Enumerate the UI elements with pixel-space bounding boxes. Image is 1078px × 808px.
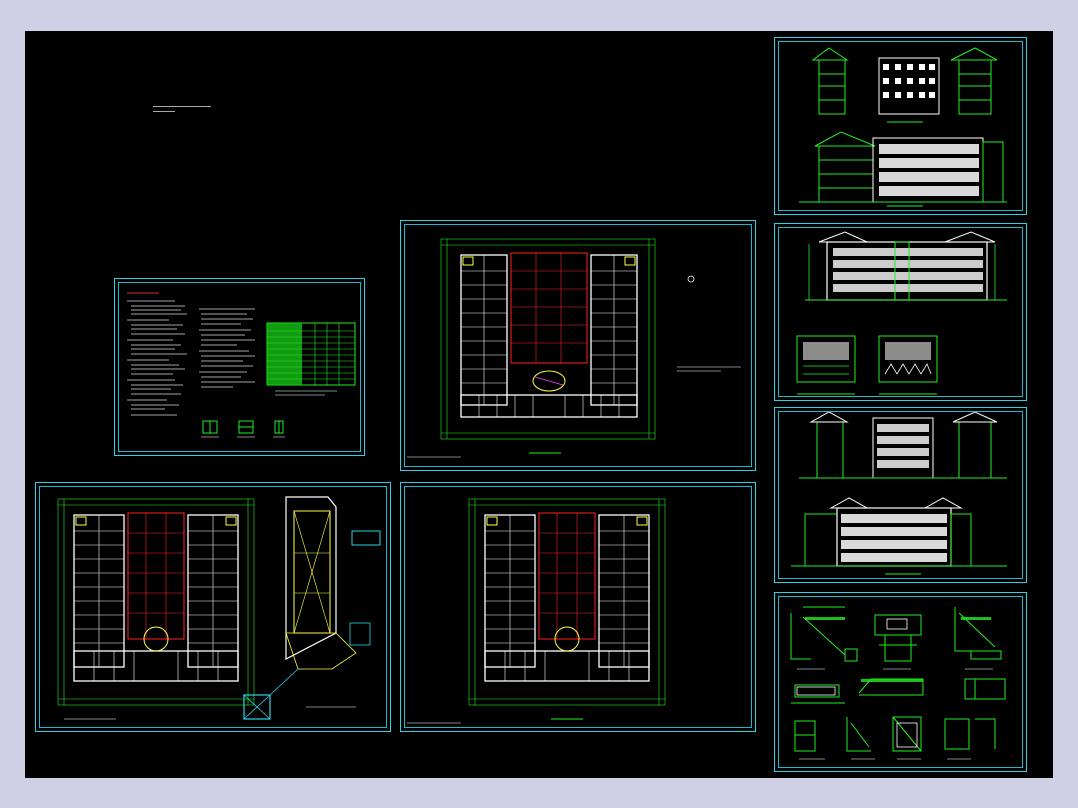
upper-floor-plan-drawing: [407, 498, 666, 724]
elevation-sheet-1-drawing: [799, 47, 1007, 207]
elevation-sheet-1[interactable]: [774, 37, 1027, 215]
elevation-sheet-3-drawing: [791, 411, 1007, 575]
elevation-sheet-2-drawing: [796, 231, 1007, 395]
drawing-canvas[interactable]: [25, 31, 1053, 778]
elevation-sheet-3[interactable]: [774, 407, 1027, 583]
detail-sheet-drawing: [790, 606, 1006, 760]
notes-sheet[interactable]: [114, 278, 365, 456]
floor-plan-sheet-lower-left[interactable]: [35, 482, 391, 732]
detail-sheet[interactable]: [774, 592, 1027, 772]
floor-plan-sheet-lower-mid[interactable]: [400, 482, 756, 732]
loose-text-block: [153, 103, 211, 115]
floor-plan-sheet-main[interactable]: [400, 220, 756, 471]
ground-floor-plan-drawing: [57, 496, 381, 720]
notes-sheet-content: [127, 292, 356, 438]
floor-plan-main-drawing: [407, 238, 741, 458]
elevation-sheet-2[interactable]: [774, 223, 1027, 401]
